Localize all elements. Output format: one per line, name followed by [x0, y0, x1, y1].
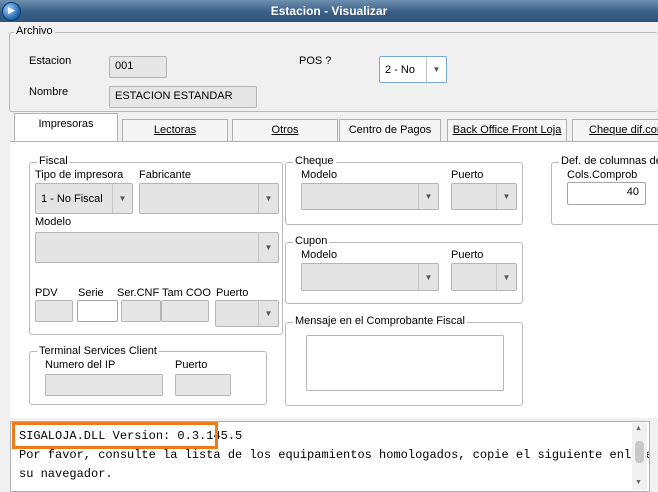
scroll-down-icon[interactable]: ▼	[635, 479, 642, 486]
pos-label: POS ?	[299, 55, 332, 67]
window-title: Estacion - Visualizar	[270, 4, 388, 18]
cupon-legend: Cupon	[293, 235, 330, 247]
estacion-field[interactable]: 001	[109, 56, 167, 78]
modelo-label: Modelo	[35, 216, 72, 228]
tab-lectoras-label: Lectoras	[153, 124, 197, 136]
estacion-label: Estacion	[29, 55, 72, 67]
cheque-modelo-select[interactable]: ▼	[301, 183, 439, 210]
tab-back-office-label: Back Office Front Loja	[452, 124, 562, 136]
chevron-down-icon[interactable]: ▼	[258, 301, 278, 326]
tab-centro-de-pagos[interactable]: Centro de Pagos	[339, 119, 441, 141]
chevron-down-icon[interactable]: ▼	[496, 264, 516, 290]
cheque-legend: Cheque	[293, 155, 336, 167]
cheque-puerto-select[interactable]: ▼	[451, 183, 517, 210]
fiscal-legend: Fiscal	[37, 155, 70, 167]
ser-cnf-field[interactable]	[121, 300, 161, 322]
tab-cheque-dif-label: Cheque dif.con	[589, 124, 658, 136]
serie-field[interactable]	[77, 300, 118, 322]
scroll-thumb[interactable]	[635, 441, 644, 463]
cheque-puerto-label: Puerto	[451, 169, 484, 181]
cupon-modelo-label: Modelo	[301, 249, 338, 261]
tab-centro-label: Centro de Pagos	[348, 124, 432, 136]
cupon-modelo-select[interactable]: ▼	[301, 263, 439, 291]
serie-label: Serie	[78, 287, 104, 299]
chevron-down-icon[interactable]: ▼	[496, 184, 516, 209]
tab-impresoras[interactable]: Impresoras	[14, 113, 118, 141]
defcol-legend: Def. de columnas de	[559, 155, 658, 167]
nombre-label: Nombre	[29, 86, 69, 98]
chevron-down-icon[interactable]: ▼	[258, 184, 278, 213]
tipo-impresora-select[interactable]: 1 - No Fiscal ▼	[35, 183, 133, 214]
tab-back-office[interactable]: Back Office Front Loja	[447, 119, 567, 141]
version-highlight-box	[12, 422, 218, 449]
chevron-down-icon[interactable]: ▼	[258, 233, 278, 262]
pdv-field[interactable]	[35, 300, 73, 322]
fabricante-label: Fabricante	[139, 169, 191, 181]
chevron-down-icon[interactable]: ▼	[112, 184, 132, 213]
mensaje-legend: Mensaje en el Comprobante Fiscal	[293, 315, 467, 327]
tipo-impresora-value: 1 - No Fiscal	[41, 192, 103, 205]
tam-coo-field[interactable]	[161, 300, 209, 322]
ip-label: Numero del IP	[45, 359, 116, 371]
archivo-group	[9, 32, 658, 112]
tam-coo-label: Tam COO	[162, 287, 211, 299]
pdv-label: PDV	[35, 287, 58, 299]
tab-otros[interactable]: Otros	[232, 119, 338, 141]
chevron-down-icon[interactable]: ▼	[426, 57, 446, 82]
fiscal-puerto-select[interactable]: ▼	[215, 300, 279, 327]
tab-lectoras[interactable]: Lectoras	[122, 119, 228, 141]
terminal-legend: Terminal Services Client	[37, 345, 159, 357]
tipo-impresora-label: Tipo de impresora	[35, 169, 124, 181]
terminal-puerto-field[interactable]	[175, 374, 231, 396]
modelo-select[interactable]: ▼	[35, 232, 279, 263]
chevron-down-icon[interactable]: ▼	[418, 184, 438, 209]
tab-impresoras-label: Impresoras	[38, 118, 94, 130]
chevron-down-icon[interactable]: ▼	[418, 264, 438, 290]
terminal-puerto-label: Puerto	[175, 359, 208, 371]
ser-cnf-label: Ser.CNF	[117, 287, 160, 299]
ip-field[interactable]	[45, 374, 163, 396]
pos-select[interactable]: 2 - No ▼	[379, 56, 447, 83]
cols-comprob-label: Cols.Comprob	[567, 169, 638, 181]
tab-cheque-dif[interactable]: Cheque dif.con	[572, 119, 658, 141]
scroll-up-icon[interactable]: ▲	[635, 425, 642, 432]
cheque-modelo-label: Modelo	[301, 169, 338, 181]
fabricante-select[interactable]: ▼	[139, 183, 279, 214]
tab-otros-label: Otros	[271, 124, 299, 136]
console-line: su navegador.	[19, 467, 113, 481]
archivo-legend: Archivo	[14, 25, 55, 37]
pos-select-value: 2 - No	[385, 63, 415, 76]
fiscal-puerto-label: Puerto	[216, 287, 249, 299]
console-scrollbar[interactable]: ▲ ▼	[632, 423, 647, 490]
cupon-puerto-select[interactable]: ▼	[451, 263, 517, 291]
cols-comprob-field[interactable]: 40	[567, 182, 646, 205]
cupon-puerto-label: Puerto	[451, 249, 484, 261]
mensaje-textarea[interactable]	[306, 335, 504, 391]
nombre-field[interactable]: ESTACION ESTANDAR	[109, 86, 257, 108]
window-title-bar[interactable]: Estacion - Visualizar	[0, 0, 658, 22]
